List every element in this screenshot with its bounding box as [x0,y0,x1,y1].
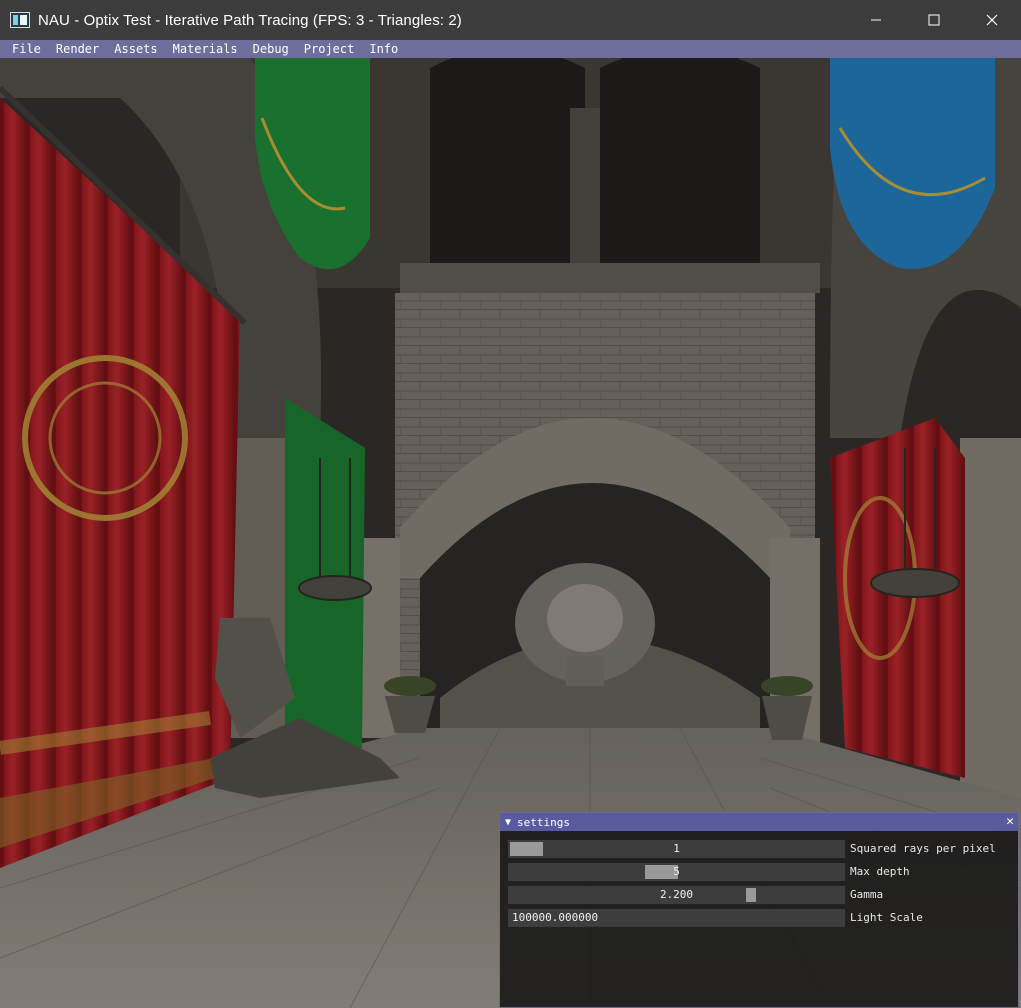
max-depth-slider[interactable]: 5 [508,863,845,881]
slider-value: 2.200 [659,888,694,901]
minimize-button[interactable] [847,0,905,40]
menu-project[interactable]: Project [298,40,361,58]
setting-row-max-depth: 5 Max depth [508,863,1018,881]
slider-value: 5 [673,865,680,878]
setting-label: Squared rays per pixel [850,842,996,855]
input-value[interactable]: 100000.000000 [512,909,598,927]
close-icon[interactable]: ✕ [1006,813,1014,831]
squared-rays-slider[interactable]: 1 [508,840,845,858]
minimize-icon [871,19,881,21]
window-controls [847,0,1021,40]
window-title-bar: NAU - Optix Test - Iterative Path Tracin… [0,0,1021,40]
menu-materials[interactable]: Materials [167,40,244,58]
close-button[interactable] [963,0,1021,40]
menu-info[interactable]: Info [363,40,404,58]
maximize-icon [928,14,940,26]
app-icon [10,12,30,28]
settings-title-bar[interactable]: ▼ settings ✕ [500,813,1018,831]
menu-bar: File Render Assets Materials Debug Proje… [0,40,1021,58]
light-scale-input[interactable]: 100000.000000 [508,909,845,927]
settings-panel: ▼ settings ✕ 1 Squared rays per pixel 5 … [499,812,1019,1008]
setting-row-squared-rays: 1 Squared rays per pixel [508,840,1018,858]
setting-label: Light Scale [850,911,923,924]
setting-row-gamma: 2.200 Gamma [508,886,1018,904]
close-icon [986,14,998,26]
collapse-triangle-icon[interactable]: ▼ [505,817,511,828]
maximize-button[interactable] [905,0,963,40]
window-title: NAU - Optix Test - Iterative Path Tracin… [38,11,462,29]
setting-label: Gamma [850,888,884,901]
setting-row-light-scale: 100000.000000 Light Scale [508,909,1018,927]
menu-debug[interactable]: Debug [247,40,295,58]
menu-assets[interactable]: Assets [108,40,163,58]
menu-file[interactable]: File [0,40,47,58]
settings-title: settings [517,815,571,829]
setting-label: Max depth [850,865,910,878]
gamma-slider[interactable]: 2.200 [508,886,845,904]
slider-value: 1 [673,842,680,855]
menu-render[interactable]: Render [50,40,105,58]
